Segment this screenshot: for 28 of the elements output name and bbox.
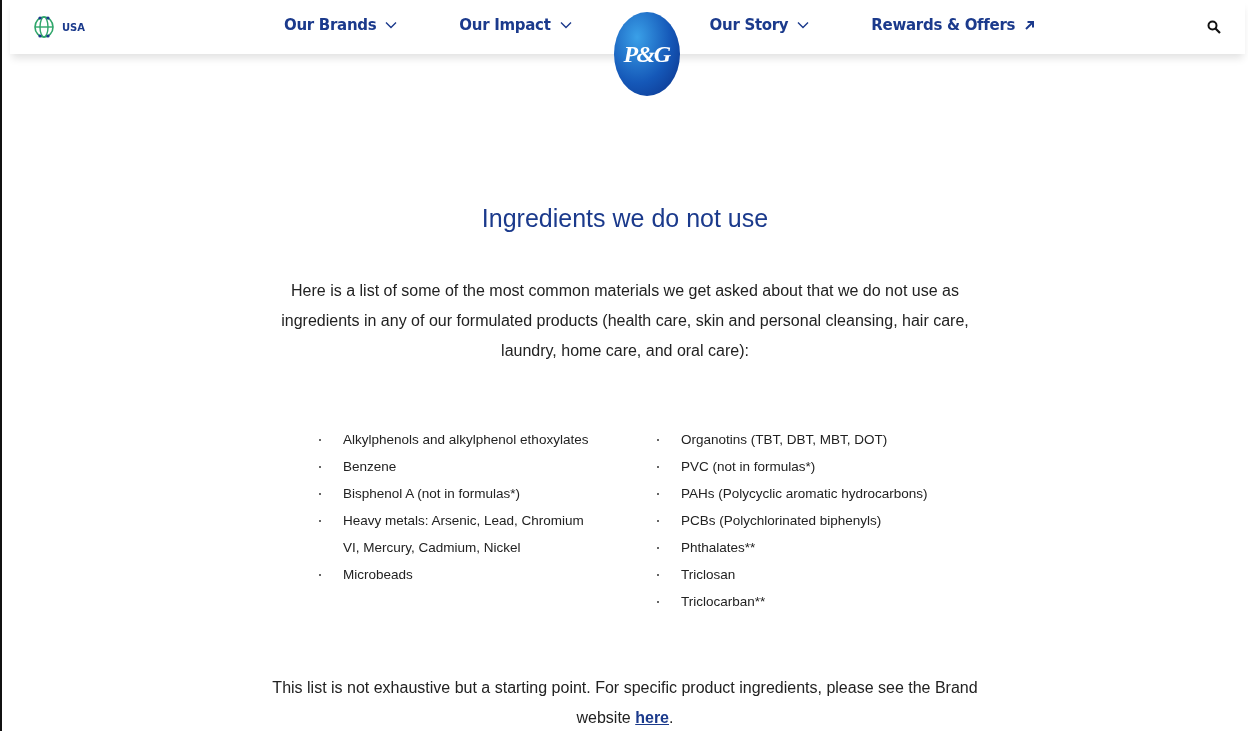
search-icon[interactable] [1207,20,1221,34]
arrow-up-right-icon [1024,19,1036,31]
nav-link[interactable]: Our Impact [459,16,572,34]
ingredient-item: Triclosan [681,566,736,584]
ingredient-item: Alkylphenols and alkylphenol ethoxylates [343,431,589,449]
chevron-down-icon [559,21,572,29]
globe-icon[interactable] [34,15,54,39]
region-link[interactable]: USA [62,21,86,33]
page-title: Ingredients we do not use [481,203,769,234]
ingredient-item: Heavy metals: Arsenic, Lead, Chromium VI, Mercury, Cadmium, Nickel [343,512,585,557]
here-link[interactable]: here [635,709,669,726]
ingredient-item: PVC (not in formulas*) [681,458,816,476]
ingredient-item: Triclocarban** [681,593,766,611]
chevron-down-icon [385,21,398,29]
logo[interactable]: P&G [613,12,680,96]
ingredient-item: PAHs (Polycyclic aromatic hydrocarbons) [681,485,928,503]
ingredient-item: PCBs (Polychlorinated biphenyls) [681,512,882,530]
nav-link[interactable]: Our Story [709,16,810,34]
ingredient-item: Organotins (TBT, DBT, MBT, DOT) [681,431,888,449]
ingredient-item: Bisphenol A (not in formulas*) [343,485,521,503]
nav-link[interactable]: Rewards & Offers [871,16,1036,34]
ingredient-item: Microbeads [343,566,413,584]
ingredient-item: Benzene [343,458,397,476]
nav-link[interactable]: Our Brands [284,16,398,34]
chevron-down-icon [797,21,810,29]
intro-text: Here is a list of some of the most common materials we get asked about that we do not use as ingredients in any of our formulated products (health care, skin and personal cleansing, hair care, laundry, home care, and oral care): [280,281,970,361]
footer-text: This list is not exhaustive but a starting point. For specific product ingredients, please see the Brand website here. [271,678,979,728]
ingredient-item: Phthalates** [681,539,756,557]
